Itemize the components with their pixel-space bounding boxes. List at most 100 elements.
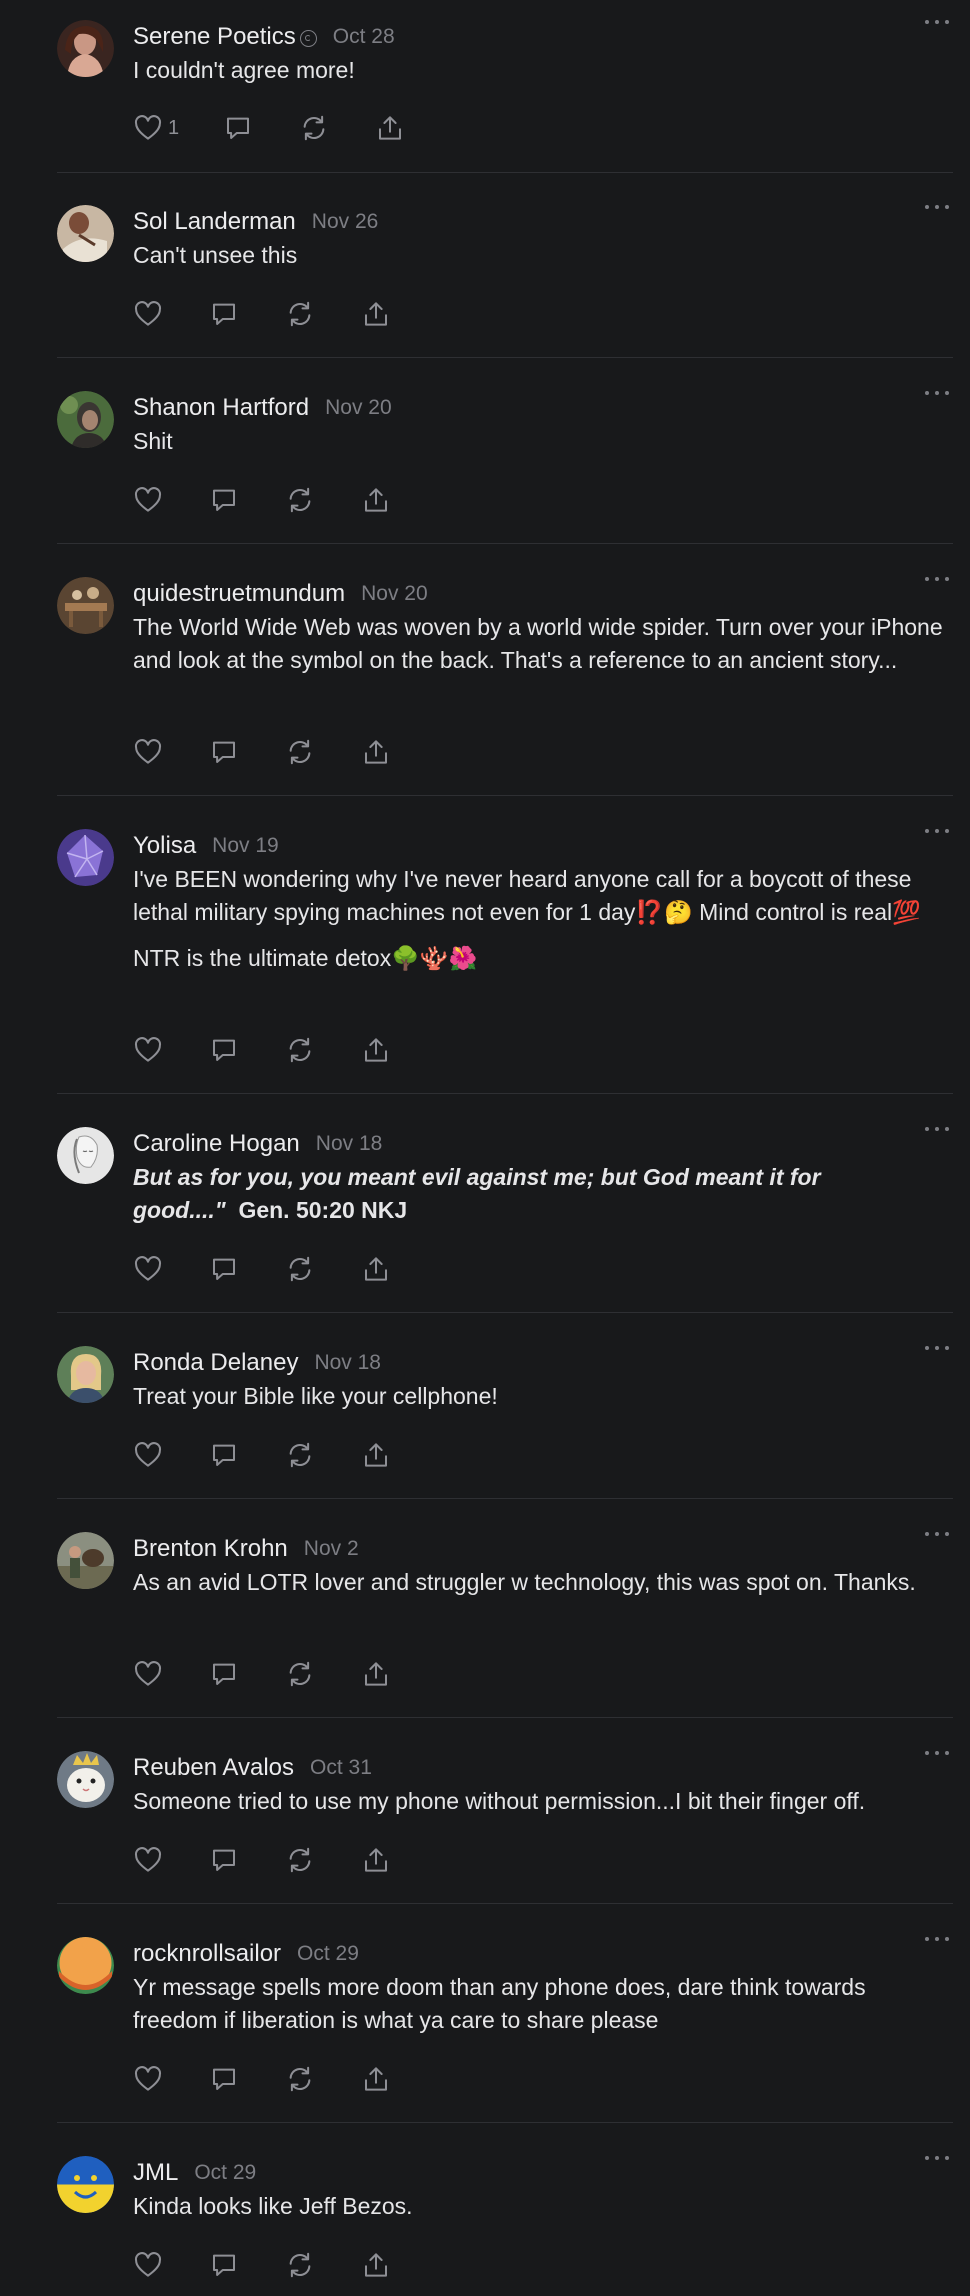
- comment-date[interactable]: Nov 20: [361, 582, 428, 606]
- comment-date[interactable]: Nov 26: [312, 210, 379, 234]
- share-button[interactable]: [375, 108, 451, 148]
- share-button[interactable]: [361, 1654, 437, 1694]
- comment-icon: [227, 117, 249, 139]
- reply-button[interactable]: [209, 732, 285, 772]
- author-name[interactable]: Sol Landerman: [133, 208, 296, 236]
- comment-date[interactable]: Nov 2: [304, 1537, 359, 1561]
- restack-button[interactable]: [285, 294, 361, 334]
- share-button[interactable]: [361, 732, 437, 772]
- more-options-icon[interactable]: [925, 197, 949, 217]
- reply-button[interactable]: [209, 1030, 285, 1070]
- more-options-icon[interactable]: [925, 12, 949, 32]
- author-name[interactable]: Yolisa: [133, 832, 196, 860]
- comment-text: I couldn't agree more!: [133, 57, 355, 83]
- restack-button[interactable]: [285, 1654, 361, 1694]
- comment: Sol Landerman Nov 26 Can't unsee this: [57, 185, 953, 358]
- reply-button[interactable]: [209, 2059, 285, 2099]
- avatar[interactable]: [57, 1532, 114, 1589]
- avatar[interactable]: [57, 20, 114, 77]
- author-name[interactable]: Caroline Hogan: [133, 1130, 300, 1158]
- like-button[interactable]: [133, 2059, 209, 2099]
- restack-button[interactable]: [285, 1030, 361, 1070]
- more-options-icon[interactable]: [925, 1929, 949, 1949]
- restack-button[interactable]: [285, 480, 361, 520]
- avatar[interactable]: [57, 391, 114, 448]
- restack-button[interactable]: [285, 1435, 361, 1475]
- more-options-icon[interactable]: [925, 383, 949, 403]
- share-button[interactable]: [361, 1435, 437, 1475]
- comment-icon: [213, 2254, 235, 2276]
- comment-date[interactable]: Nov 18: [316, 1132, 383, 1156]
- share-button[interactable]: [361, 1249, 437, 1289]
- restack-button[interactable]: [299, 108, 375, 148]
- comment-date[interactable]: Nov 18: [314, 1351, 381, 1375]
- restack-button[interactable]: [285, 1840, 361, 1880]
- avatar[interactable]: [57, 1127, 114, 1184]
- restack-icon: [289, 1442, 311, 1468]
- avatar[interactable]: [57, 205, 114, 262]
- more-options-icon[interactable]: [925, 1338, 949, 1358]
- author-name[interactable]: Shanon Hartford: [133, 394, 309, 422]
- reply-button[interactable]: [209, 1249, 285, 1289]
- share-button[interactable]: [361, 480, 437, 520]
- avatar[interactable]: [57, 829, 114, 886]
- more-options-icon[interactable]: [925, 2148, 949, 2168]
- like-button[interactable]: [133, 1840, 209, 1880]
- like-button[interactable]: [133, 1435, 209, 1475]
- author-name[interactable]: Brenton Krohn: [133, 1535, 288, 1563]
- comment-date[interactable]: Oct 28: [333, 25, 395, 49]
- more-options-icon[interactable]: [925, 821, 949, 841]
- comment-text: Someone tried to use my phone without pe…: [133, 1788, 866, 1814]
- comment-date[interactable]: Oct 29: [297, 1942, 359, 1966]
- more-options-icon[interactable]: [925, 1119, 949, 1139]
- restack-button[interactable]: [285, 2059, 361, 2099]
- avatar[interactable]: [57, 1346, 114, 1403]
- author-name[interactable]: Reuben Avalos: [133, 1754, 294, 1782]
- like-button[interactable]: [133, 1654, 209, 1694]
- like-button[interactable]: [133, 480, 209, 520]
- author-name[interactable]: Serene Poetics: [133, 23, 296, 51]
- restack-button[interactable]: [285, 732, 361, 772]
- reply-button[interactable]: [223, 108, 299, 148]
- like-button[interactable]: [133, 294, 209, 334]
- avatar[interactable]: [57, 2156, 114, 2213]
- heart-icon: [134, 1037, 162, 1062]
- like-button[interactable]: 1: [133, 108, 223, 148]
- author-name[interactable]: rocknrollsailor: [133, 1940, 281, 1968]
- comment-date[interactable]: Oct 31: [310, 1756, 372, 1780]
- restack-icon: [289, 487, 311, 513]
- more-options-icon[interactable]: [925, 569, 949, 589]
- comment-icon: [213, 489, 235, 511]
- share-button[interactable]: [361, 1030, 437, 1070]
- like-button[interactable]: [133, 2245, 209, 2285]
- comment: Brenton Krohn Nov 2 As an avid LOTR lover…: [57, 1512, 953, 1718]
- reply-button[interactable]: [209, 1654, 285, 1694]
- reply-button[interactable]: [209, 1840, 285, 1880]
- reply-button[interactable]: [209, 480, 285, 520]
- avatar[interactable]: [57, 577, 114, 634]
- more-options-icon[interactable]: [925, 1524, 949, 1544]
- restack-button[interactable]: [285, 1249, 361, 1289]
- share-button[interactable]: [361, 2059, 437, 2099]
- author-name[interactable]: JML: [133, 2159, 178, 2187]
- heart-icon: [134, 301, 162, 326]
- restack-icon: [289, 1256, 311, 1282]
- more-options-icon[interactable]: [925, 1743, 949, 1763]
- like-button[interactable]: [133, 732, 209, 772]
- author-name[interactable]: Ronda Delaney: [133, 1349, 298, 1377]
- share-button[interactable]: [361, 1840, 437, 1880]
- like-button[interactable]: [133, 1030, 209, 1070]
- author-name[interactable]: quidestruetmundum: [133, 580, 345, 608]
- reply-button[interactable]: [209, 2245, 285, 2285]
- reply-button[interactable]: [209, 1435, 285, 1475]
- reply-button[interactable]: [209, 294, 285, 334]
- share-button[interactable]: [361, 2245, 437, 2285]
- restack-button[interactable]: [285, 2245, 361, 2285]
- comment-date[interactable]: Nov 19: [212, 834, 279, 858]
- avatar[interactable]: [57, 1937, 114, 1994]
- share-button[interactable]: [361, 294, 437, 334]
- avatar[interactable]: [57, 1751, 114, 1808]
- like-button[interactable]: [133, 1249, 209, 1289]
- comment-date[interactable]: Nov 20: [325, 396, 392, 420]
- comment-date[interactable]: Oct 29: [194, 2161, 256, 2185]
